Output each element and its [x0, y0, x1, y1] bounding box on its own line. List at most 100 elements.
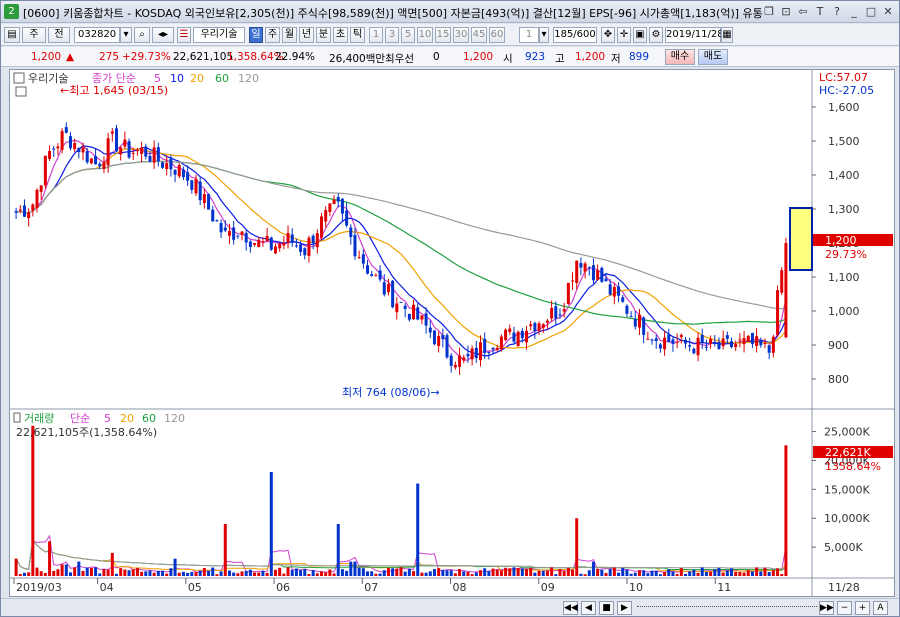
scroll-stop-button[interactable]: ■	[599, 601, 614, 615]
sell-button[interactable]: 매도	[698, 49, 728, 65]
candle-body	[286, 232, 290, 243]
zoom-out-button[interactable]: −	[837, 601, 852, 615]
close-icon[interactable]: ✕	[881, 4, 895, 19]
panel-menu-icon[interactable]	[13, 72, 25, 84]
scroll-prev-button[interactable]: ◀	[581, 601, 596, 615]
candle-body	[491, 347, 495, 350]
minute-3-button[interactable]: 3	[385, 27, 399, 43]
stock-code-input[interactable]: 032820	[74, 27, 120, 43]
crosshair-icon[interactable]: ✛	[617, 27, 631, 43]
volume-bar	[445, 570, 449, 576]
candle-body	[633, 319, 637, 327]
volume-panel-menu-icon[interactable]	[13, 412, 21, 423]
period-tick-tab[interactable]: 틱	[350, 27, 365, 43]
scroll-last-button[interactable]: ▶▶	[819, 601, 834, 615]
high-annotation: ←최고 1,645 (03/15)	[60, 84, 168, 97]
chart-area[interactable]: 1,600 1,500 1,400 1,300 1,200 1,100 1,000 900 80…	[9, 69, 895, 597]
candle-body	[22, 205, 26, 217]
maximize-icon[interactable]: □	[864, 4, 878, 19]
calendar-icon[interactable]: ▦	[721, 27, 733, 43]
volume-bar	[571, 569, 575, 576]
candle-body	[273, 246, 277, 254]
buy-button[interactable]: 매수	[665, 49, 695, 65]
candle-body	[654, 338, 658, 342]
volume-bar	[294, 568, 298, 576]
candle-body	[558, 314, 562, 316]
count-dropdown-icon[interactable]: ▾	[539, 27, 549, 43]
current-pct-tag-label: 29.73%	[825, 248, 867, 261]
scroll-track[interactable]	[637, 606, 817, 609]
candle-body	[14, 211, 18, 213]
candle-body	[742, 338, 746, 345]
candle-body	[39, 185, 43, 192]
period-year-tab[interactable]: 년	[299, 27, 314, 43]
text-icon[interactable]: T	[813, 4, 827, 19]
auto-scale-button[interactable]: A	[873, 601, 888, 615]
volume-bar	[458, 569, 462, 576]
link-window-icon[interactable]: ❐	[762, 4, 776, 19]
period-day-tab[interactable]: 일	[249, 27, 263, 43]
high-label: 고	[555, 53, 565, 65]
price-tick-label: 900	[828, 339, 849, 352]
minute-30-button[interactable]: 30	[453, 27, 469, 43]
volume-bar	[721, 572, 725, 576]
chart-scrollbar[interactable]: ◀◀ ◀ ■ ▶ ▶▶ − + A	[1, 598, 899, 616]
candle-body	[131, 152, 135, 154]
volume-bar	[545, 570, 549, 576]
candle-body	[412, 304, 416, 320]
volume-bar	[244, 570, 248, 576]
volume-bar	[236, 573, 240, 576]
minute-1-button[interactable]: 1	[369, 27, 383, 43]
date-field[interactable]: 2019/11/28	[665, 27, 724, 43]
group-icon[interactable]: ☰	[177, 27, 191, 43]
quote-strip: 1,200 ▲ 275 +29.73% 22,621,105 1,358.64%…	[1, 47, 899, 67]
stock-name-field[interactable]: 우리기술	[193, 27, 245, 43]
volume-bar	[432, 569, 436, 576]
minute-60-button[interactable]: 60	[489, 27, 505, 43]
minute-10-button[interactable]: 10	[417, 27, 433, 43]
layout-icon[interactable]: ▤	[4, 27, 20, 43]
period-minute-tab[interactable]: 분	[316, 27, 331, 43]
volume-ma60-label: 60	[142, 412, 156, 425]
panel-table-icon[interactable]	[15, 86, 27, 97]
back-icon[interactable]: ⇦	[796, 4, 810, 19]
volume-bar	[290, 569, 294, 576]
candle-body	[437, 335, 441, 347]
count-field[interactable]: 185/600	[553, 27, 597, 43]
count-select[interactable]: 1	[519, 27, 539, 43]
candle-body	[119, 147, 123, 155]
sound-icon[interactable]: ◂▸	[152, 27, 174, 43]
minute-45-button[interactable]: 45	[471, 27, 487, 43]
volume-bar	[738, 571, 742, 576]
cursor-icon[interactable]: ✥	[601, 27, 615, 43]
prev-select[interactable]: 전	[48, 27, 70, 43]
candlestick-chart[interactable]: 1,600 1,500 1,400 1,300 1,200 1,100 1,000 900 80…	[10, 70, 894, 596]
minute-5-button[interactable]: 5	[401, 27, 415, 43]
minute-15-button[interactable]: 15	[435, 27, 451, 43]
help-icon[interactable]: ?	[830, 4, 844, 19]
scroll-next-button[interactable]: ▶	[617, 601, 632, 615]
x-axis-label: 07	[364, 581, 378, 594]
zoom-in-button[interactable]: +	[855, 601, 870, 615]
volume-bar	[407, 568, 411, 576]
candle-body	[77, 147, 81, 153]
settings-icon[interactable]: ⚙	[649, 27, 663, 43]
mode-select[interactable]: 주	[22, 27, 46, 43]
volume-bar	[466, 571, 470, 576]
code-dropdown-icon[interactable]: ▾	[120, 27, 132, 43]
period-month-tab[interactable]: 월	[282, 27, 297, 43]
candle-body	[173, 169, 177, 175]
tile-icon[interactable]: ⊡	[779, 4, 793, 19]
search-icon[interactable]: ⌕	[134, 27, 150, 43]
minimize-icon[interactable]: _	[847, 4, 861, 19]
volume-bar	[60, 564, 64, 576]
price-change-pct: +29.73%	[122, 51, 171, 63]
period-second-tab[interactable]: 초	[333, 27, 348, 43]
candle-body	[194, 179, 198, 194]
candle-body	[730, 341, 734, 348]
save-icon[interactable]: ▣	[633, 27, 647, 43]
volume-bar	[675, 574, 679, 576]
period-week-tab[interactable]: 주	[265, 27, 280, 43]
scroll-first-button[interactable]: ◀◀	[563, 601, 578, 615]
volume-bar	[520, 568, 524, 576]
